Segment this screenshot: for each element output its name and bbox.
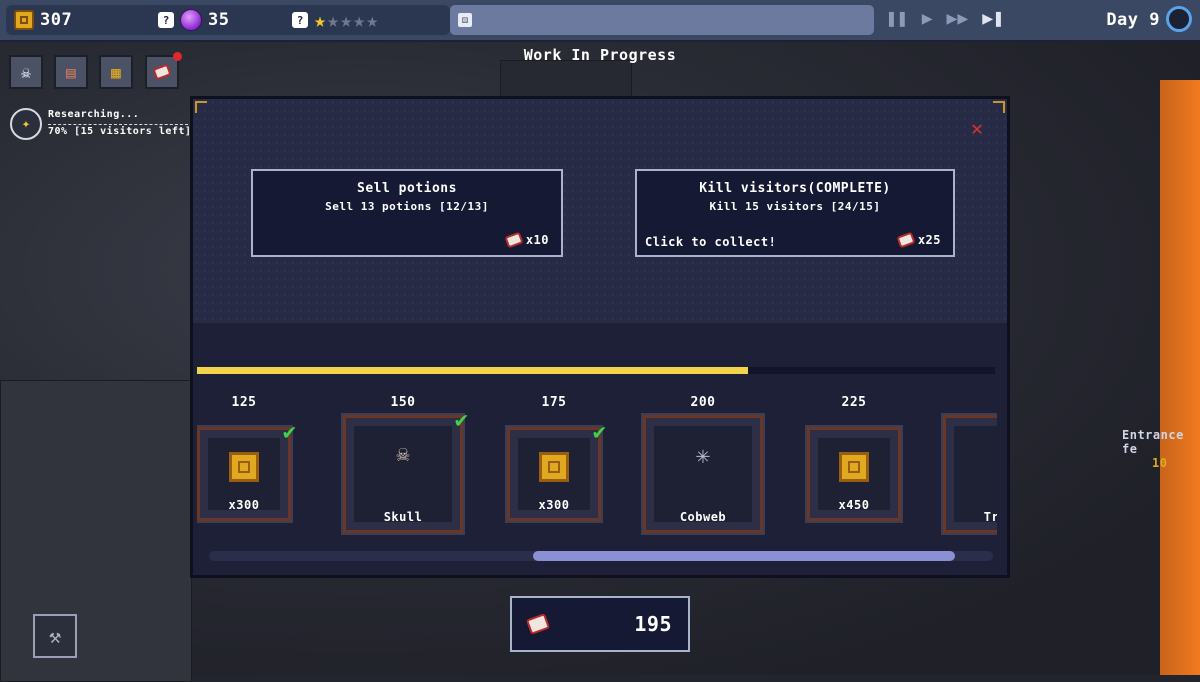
quest-description: Sell 13 potions [12/13]: [325, 200, 489, 213]
lava-strip: [1160, 80, 1200, 675]
milestone-threshold: 175: [541, 395, 567, 410]
top-bar: 307 ? 35 ? ★ ★ ★ ★ ★ ⚄ ❚❚ ▶ ▶▶ ▶❚ Day 9: [0, 0, 1200, 42]
panel-corner: [993, 101, 1005, 113]
milestone-item[interactable]: 2 ✦ Treas: [941, 395, 997, 535]
quest-card[interactable]: Sell potions Sell 13 potions [12/13] x10: [251, 169, 563, 257]
star-filled-icon: ★: [314, 8, 327, 32]
ticket-icon: [152, 63, 172, 81]
quest-reward: x25: [896, 231, 941, 249]
milestone-reward-label: Treas: [983, 510, 997, 524]
gold-block-icon: [539, 452, 569, 482]
question-icon: ?: [292, 12, 308, 28]
close-icon[interactable]: ✕: [967, 118, 987, 139]
gold-counter: 307: [6, 5, 162, 35]
milestone-reward-label: Cobweb: [679, 510, 727, 524]
ticket-balance: 195: [510, 596, 690, 652]
speed-controls: ❚❚ ▶ ▶▶ ▶❚: [886, 8, 1004, 29]
claimed-check-icon: ✔: [282, 420, 296, 445]
quest-collect-text: Click to collect!: [645, 235, 777, 249]
star-empty-icon: ★: [340, 8, 353, 32]
quest-title: Kill visitors(COMPLETE): [699, 181, 891, 196]
milestone-item[interactable]: 225 x450: [805, 395, 903, 523]
quest-title: Sell potions: [357, 181, 457, 196]
skull-icon: ☠: [21, 62, 31, 82]
entrance-fee-label: Entrance fe 10: [1122, 428, 1184, 470]
gem-value: 35: [208, 10, 230, 30]
dice-icon: ⚄: [458, 13, 472, 27]
page-title: Work In Progress: [523, 46, 677, 64]
skull-icon: ☠: [396, 442, 410, 467]
pause-icon[interactable]: ❚❚: [886, 8, 908, 29]
fast-forward-icon[interactable]: ▶▶: [947, 8, 969, 29]
quest-reward: x10: [504, 231, 549, 249]
event-bar[interactable]: ⚄: [450, 5, 874, 35]
milestone-threshold: 225: [841, 395, 867, 410]
build-hammer-button[interactable]: ⚒: [33, 614, 77, 658]
milestone-item[interactable]: 175 x300 ✔: [505, 395, 606, 523]
milestone-threshold: 200: [690, 395, 716, 410]
milestone-item[interactable]: 150 ☠ Skull ✔: [341, 395, 468, 535]
reward-crate: x300 ✔: [505, 420, 606, 523]
day-clock-icon[interactable]: [1166, 6, 1192, 32]
reward-crate: x450: [805, 425, 903, 523]
reward-crate: ✦ Treas: [941, 413, 997, 535]
rating-stars[interactable]: ? ★ ★ ★ ★ ★: [284, 5, 450, 35]
question-icon: ?: [158, 12, 174, 28]
gem-icon: [180, 9, 202, 31]
panel-corner: [195, 101, 207, 113]
quest-description: Kill 15 visitors [24/15]: [709, 200, 881, 213]
gold-block-icon: [229, 452, 259, 482]
milestone-item[interactable]: 125 x300 ✔: [197, 395, 296, 523]
milestone-progress-fill: [197, 367, 748, 374]
ticket-icon: [504, 231, 524, 249]
day-counter: Day 9: [1106, 10, 1160, 30]
research-icon: ✦: [10, 108, 42, 140]
cobweb-icon: ✳: [695, 441, 711, 469]
play-icon[interactable]: ▶: [922, 8, 933, 29]
milestone-scrollbar[interactable]: [209, 551, 993, 561]
star-empty-icon: ★: [366, 8, 379, 32]
dungeon-wall-top: [500, 60, 632, 98]
star-rating: ★ ★ ★ ★ ★: [314, 10, 378, 30]
milestone-threshold: 2: [943, 395, 997, 415]
quest-reward-amount: x25: [917, 233, 941, 247]
star-empty-icon: ★: [327, 8, 340, 32]
quest-panel: ✕ Sell potions Sell 13 potions [12/13] x…: [190, 96, 1010, 578]
quest-reward-amount: x10: [525, 233, 549, 247]
star-empty-icon: ★: [353, 8, 366, 32]
dungeon-wall-left: [0, 380, 192, 682]
claimed-check-icon: ✔: [592, 420, 606, 445]
milestone-reward-label: x450: [838, 498, 870, 512]
quest-card[interactable]: Kill visitors(COMPLETE) Kill 15 visitors…: [635, 169, 955, 257]
gold-pile-icon: ▦: [111, 62, 121, 82]
gold-coin-icon: [14, 10, 34, 30]
gold-block-icon: [839, 452, 869, 482]
gem-counter[interactable]: ? 35: [150, 5, 296, 35]
claimed-check-icon: ✔: [454, 408, 468, 433]
research-progress: 70% [15 visitors left]: [48, 126, 192, 137]
milestone-reward-label: x300: [538, 498, 570, 512]
reward-crate: ☠ Skull ✔: [341, 408, 468, 535]
research-status[interactable]: ✦ Researching... 70% [15 visitors left]: [10, 108, 191, 140]
reward-crate: x300 ✔: [197, 420, 296, 523]
milestone-reward-label: Skull: [383, 510, 423, 524]
research-title: Researching...: [48, 109, 140, 120]
scrollbar-thumb[interactable]: [533, 551, 955, 561]
milestone-list: 125 x300 ✔ 150 ☠ Skull ✔ 175 x300 ✔ 200 ✳ Cobweb 225 x…: [197, 395, 997, 545]
treasure-icon: ✦: [988, 440, 997, 470]
ticket-icon: [525, 613, 551, 635]
milestone-reward-label: x300: [228, 498, 260, 512]
fastest-forward-icon[interactable]: ▶❚: [982, 8, 1004, 29]
ticket-balance-value: 195: [634, 612, 672, 636]
milestone-item[interactable]: 200 ✳ Cobweb: [641, 395, 765, 535]
milestone-threshold: 125: [231, 395, 257, 410]
reward-crate: ✳ Cobweb: [641, 413, 765, 535]
gold-value: 307: [40, 10, 73, 30]
milestone-progress-bar: [197, 367, 995, 374]
scroll-icon: ▤: [66, 62, 76, 82]
hammer-icon: ⚒: [48, 624, 62, 648]
ticket-icon: [896, 231, 916, 249]
milestone-threshold: 150: [390, 395, 416, 410]
